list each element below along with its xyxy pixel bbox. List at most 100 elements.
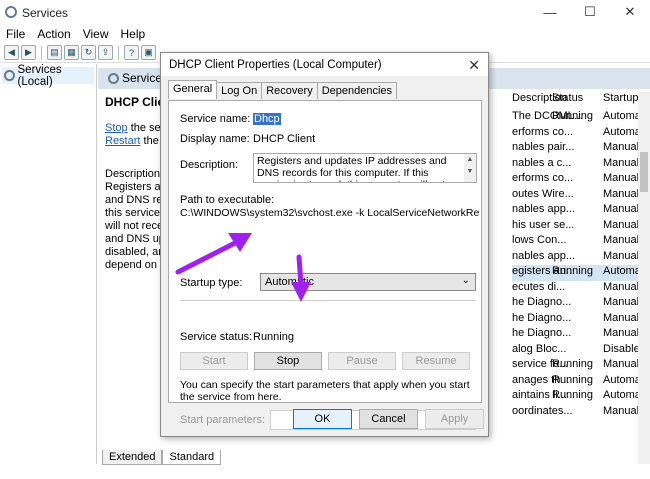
resume-button[interactable]: Resume [402, 352, 470, 370]
toolbar-separator [118, 45, 119, 60]
back-icon[interactable]: ◀ [4, 45, 19, 60]
table-row[interactable]: erforms co... Manual [512, 172, 650, 188]
table-row[interactable]: outes Wire... Manual [512, 188, 650, 204]
table-row[interactable]: nables app... Manual [512, 203, 650, 219]
help-icon[interactable]: ? [124, 45, 139, 60]
table-row[interactable]: lows Con... Manual [512, 234, 650, 250]
stop-service-link[interactable]: Stop [105, 122, 128, 134]
description-line: and DNS updates [105, 233, 162, 245]
table-row[interactable]: erforms co... Automatic [512, 126, 650, 142]
ok-button[interactable]: OK [293, 409, 352, 429]
console-tree-icon[interactable]: ▤ [47, 45, 62, 60]
table-row[interactable]: anages th... Running Automatic [512, 374, 650, 390]
path-value: C:\WINDOWS\system32\svchost.exe -k Local… [180, 207, 479, 219]
cell-status: Running [552, 373, 593, 386]
console-tree: Services (Local) [0, 64, 97, 464]
refresh-icon[interactable]: ↻ [81, 45, 96, 60]
cell-startup-type: Manual [603, 327, 640, 339]
cell-startup-type: Manual [603, 280, 640, 293]
stop-button[interactable]: Stop [254, 352, 322, 370]
menu-action[interactable]: Action [31, 27, 76, 41]
restart-service-link[interactable]: Restart [105, 135, 140, 147]
tab-extended[interactable]: Extended [102, 450, 163, 465]
cell-status: Running [552, 389, 593, 401]
table-row[interactable]: aintains li... Running Automatic [512, 389, 650, 405]
table-row[interactable]: egisters an... Running Automatic [512, 265, 650, 281]
cell-description: outes Wire... [512, 187, 574, 200]
divider [180, 300, 476, 301]
table-row[interactable]: alog Bloc... Disabled [512, 343, 650, 359]
cell-startup-type: Manual [603, 296, 640, 308]
table-row[interactable]: he Diagno... Manual [512, 312, 650, 328]
cell-description: he Diagno... [512, 311, 572, 324]
table-row[interactable]: oordinates... Manual [512, 405, 650, 421]
table-row[interactable]: The DCOML... Running Automatic [512, 110, 650, 126]
table-row[interactable]: ecutes di... Manual [512, 281, 650, 297]
chevron-down-icon: ⌄ [461, 275, 470, 286]
apply-button[interactable]: Apply [425, 409, 484, 429]
tab-standard[interactable]: Standard [162, 450, 222, 465]
menu-file[interactable]: File [0, 27, 31, 41]
pane-title: Services [108, 71, 168, 85]
table-row[interactable]: service fo... Running Manual [512, 358, 650, 374]
tab-log-on[interactable]: Log On [216, 82, 263, 99]
table-row[interactable]: nables a c... Manual [512, 157, 650, 173]
cell-startup-type: Manual [603, 187, 640, 200]
table-row[interactable]: he Diagno... Manual [512, 327, 650, 343]
start-params-label: Start parameters: [180, 414, 265, 426]
table-row[interactable]: his user se... Manual [512, 219, 650, 235]
cell-description: erforms co... [512, 172, 574, 184]
column-header-status[interactable]: Status [552, 92, 583, 104]
close-button[interactable]: ✕ [610, 0, 650, 24]
properties-icon[interactable]: ▦ [64, 45, 79, 60]
cell-startup-type: Manual [603, 404, 640, 417]
description-line: this service is [105, 207, 162, 219]
table-row[interactable]: nables app... Manual [512, 250, 650, 266]
tab-general[interactable]: General [168, 80, 218, 99]
tree-item-label: Services (Local) [17, 63, 62, 88]
cell-status: Running [552, 265, 593, 277]
cell-description: his user se... [512, 218, 575, 231]
menu-view[interactable]: View [77, 27, 115, 41]
startup-type-value: Automatic [265, 276, 314, 288]
gear-icon [108, 72, 119, 84]
dialog-tabs: General Log On Recovery Dependencies [168, 80, 398, 99]
table-row[interactable]: he Diagno... Manual [512, 296, 650, 312]
forward-icon[interactable]: ▶ [21, 45, 36, 60]
cell-description: oordinates... [512, 404, 573, 417]
tab-dependencies[interactable]: Dependencies [316, 82, 398, 99]
properties-dialog: DHCP Client Properties (Local Computer) … [160, 52, 489, 437]
description-scrollbar[interactable]: ▲ ▼ [464, 154, 476, 182]
scroll-thumb[interactable] [640, 152, 648, 192]
extended-description: DHCP Client Stop the service Restart the… [105, 94, 162, 454]
tab-recovery[interactable]: Recovery [261, 82, 318, 99]
minimize-button[interactable]: — [530, 0, 570, 24]
menu-help[interactable]: Help [115, 27, 152, 41]
cell-startup-type: Manual [603, 234, 640, 246]
service-name-value[interactable]: Dhcp [253, 113, 281, 125]
cell-startup-type: Manual [603, 156, 640, 169]
dialog-close-icon[interactable]: ✕ [468, 57, 480, 74]
show-hide-icon[interactable]: ▣ [141, 45, 156, 60]
export-list-icon[interactable]: ⇪ [98, 45, 113, 60]
pause-button[interactable]: Pause [328, 352, 396, 370]
general-panel: Service name: Dhcp Display name: DHCP Cl… [168, 100, 482, 430]
cell-description: nables app... [512, 203, 575, 215]
cell-startup-type: Manual [603, 249, 640, 262]
table-row[interactable]: nables pair... Manual [512, 141, 650, 157]
cancel-button[interactable]: Cancel [359, 409, 418, 429]
display-name-label: Display name: [180, 133, 250, 145]
cell-startup-type: Manual [603, 141, 640, 153]
tree-item-services-local[interactable]: Services (Local) [2, 64, 94, 88]
cell-description: lows Con... [512, 234, 567, 246]
vertical-scrollbar[interactable] [638, 92, 650, 464]
cell-description: alog Bloc... [512, 342, 567, 355]
maximize-button[interactable]: ☐ [570, 0, 610, 24]
start-button[interactable]: Start [180, 352, 248, 370]
stop-line: Stop the service [105, 122, 162, 135]
startup-type-select[interactable]: Automatic ⌄ [260, 273, 476, 291]
column-headers: Description Status Startup Type [512, 92, 650, 108]
description-textbox[interactable]: Registers and updates IP addresses and D… [253, 153, 477, 183]
services-window: Services — ☐ ✕ File Action View Help ◀ ▶… [0, 0, 650, 479]
description-line: Registers and [105, 181, 162, 193]
